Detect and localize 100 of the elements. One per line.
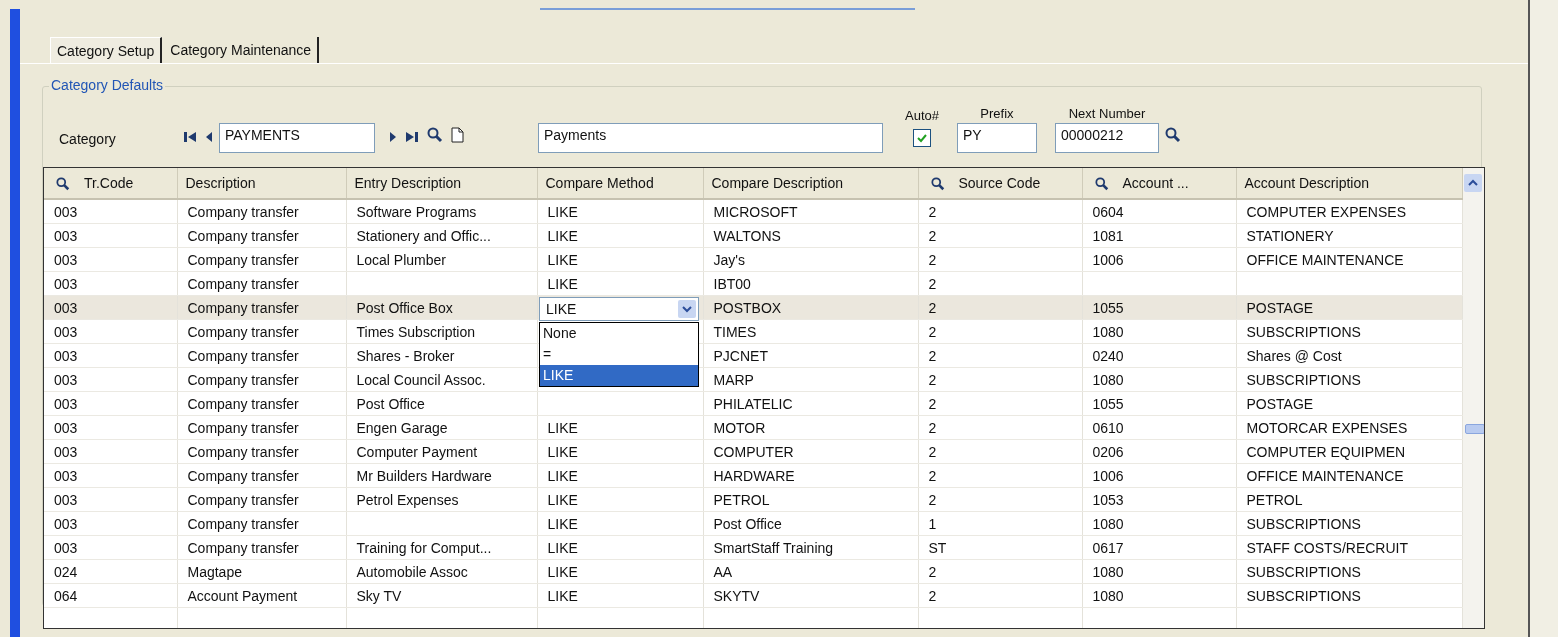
table-cell: 003	[54, 299, 78, 316]
first-record-icon[interactable]	[183, 131, 197, 143]
previous-record-icon[interactable]	[205, 131, 213, 143]
table-cell: 2	[928, 395, 937, 412]
table-row[interactable]: 003 Company transfer Post Office PHILATELIC 2 1055 POSTAGE	[44, 391, 1462, 416]
column-header[interactable]: Account Description	[1236, 168, 1462, 199]
search-icon[interactable]	[427, 127, 443, 143]
table-cell: TIMES	[713, 323, 757, 340]
table-cell: 0617	[1092, 539, 1124, 556]
table-cell: PETROL	[713, 491, 770, 508]
table-cell: 2	[928, 443, 937, 460]
table-cell: 003	[54, 515, 78, 532]
table-row[interactable]: 003 Company transfer Software Programs LIKE MICROSOFT 2 0604 COMPUTER EXPENSES	[44, 199, 1462, 224]
table-row[interactable]: 003 Company transfer Petrol Expenses LIKE PETROL 2 1053 PETROL	[44, 487, 1462, 512]
table-row[interactable]: 003 Company transfer Computer Payment LIKE COMPUTER 2 0206 COMPUTER EQUIPMEN	[44, 439, 1462, 464]
table-cell: Company transfer	[187, 371, 299, 388]
table-cell: 1006	[1092, 251, 1124, 268]
table-cell: Company transfer	[187, 203, 299, 220]
table-cell: LIKE	[547, 203, 578, 220]
scroll-up-icon[interactable]	[1464, 174, 1483, 192]
table-cell: Company transfer	[187, 299, 299, 316]
scrollbar-thumb[interactable]	[1464, 424, 1484, 434]
table-cell: 1	[928, 515, 937, 532]
dropdown-option[interactable]: None	[540, 323, 698, 344]
column-header[interactable]: Entry Description	[346, 168, 537, 199]
table-cell: 2	[928, 491, 937, 508]
table-cell: 1080	[1092, 587, 1124, 604]
column-header[interactable]: Compare Method	[537, 168, 703, 199]
prefix-field[interactable]: PY	[957, 123, 1037, 153]
table-row[interactable]: 003 Company transfer LIKE IBT00 2	[44, 271, 1462, 296]
table-cell: 2	[928, 299, 937, 316]
table-cell: 2	[928, 227, 937, 244]
column-header[interactable]: Description	[177, 168, 346, 199]
table-row[interactable]: 003 Company transfer Mr Builders Hardware LIKE HARDWARE 2 1006 OFFICE MAINTENANCE	[44, 463, 1462, 488]
dropdown-option[interactable]: =	[540, 344, 698, 365]
search-icon[interactable]	[930, 177, 945, 192]
table-cell: WALTONS	[713, 227, 781, 244]
table-cell: MOTOR	[713, 419, 766, 436]
table-cell: IBT00	[713, 275, 751, 292]
table-cell: 1080	[1092, 371, 1124, 388]
table-cell: MARP	[713, 371, 754, 388]
table-cell: SUBSCRIPTIONS	[1246, 563, 1361, 580]
table-row[interactable]: 003 Company transfer Training for Comput... LIKE SmartStaff Training ST 0617 STAFF COSTS/RECRUIT	[44, 535, 1462, 560]
last-record-icon[interactable]	[405, 131, 419, 143]
field-label: Prefix	[980, 106, 1014, 121]
table-cell: LIKE	[547, 227, 578, 244]
table-cell: 0206	[1092, 443, 1124, 460]
dropdown-option[interactable]: LIKE	[540, 365, 698, 386]
table-cell: SUBSCRIPTIONS	[1246, 323, 1361, 340]
table-cell: MOTORCAR EXPENSES	[1246, 419, 1408, 436]
next-record-icon[interactable]	[389, 131, 397, 143]
table-cell: 2	[928, 251, 937, 268]
table-cell: 064	[54, 587, 78, 604]
tab[interactable]: Category Maintenance	[164, 37, 320, 63]
table-cell: 0240	[1092, 347, 1124, 364]
new-document-icon[interactable]	[451, 127, 464, 143]
table-cell: 003	[54, 491, 78, 508]
search-icon[interactable]	[56, 177, 70, 192]
table-cell: LIKE	[547, 467, 578, 484]
table-cell: Company transfer	[187, 419, 299, 436]
table-cell: 2	[928, 203, 937, 220]
tab[interactable]: Category Setup	[50, 37, 163, 63]
table-cell: Post Office Box	[356, 299, 453, 316]
table-row[interactable]: 003 Company transfer Engen Garage LIKE MOTOR 2 0610 MOTORCAR EXPENSES	[44, 415, 1462, 440]
table-cell: Petrol Expenses	[356, 491, 459, 508]
table-cell: Company transfer	[187, 491, 299, 508]
column-header[interactable]: Compare Description	[703, 168, 918, 199]
table-row[interactable]: 064 Account Payment Sky TV LIKE SKYTV 2 1080 SUBSCRIPTIONS	[44, 583, 1462, 608]
column-header[interactable]: Tr.Code	[44, 168, 177, 199]
table-cell: Company transfer	[187, 251, 299, 268]
category-name-field[interactable]: Payments	[538, 123, 883, 153]
search-icon[interactable]	[1094, 177, 1109, 192]
table-row[interactable]: 003 Company transfer Local Plumber LIKE Jay's 2 1006 OFFICE MAINTENANCE	[44, 247, 1462, 272]
table-cell: 1055	[1092, 395, 1124, 412]
group-title: Category Defaults	[49, 77, 166, 93]
table-cell: 003	[54, 395, 78, 412]
next-number-field[interactable]: 00000212	[1055, 123, 1159, 153]
table-cell: 1055	[1092, 299, 1124, 316]
table-cell: 003	[54, 275, 78, 292]
table-cell: Local Plumber	[356, 251, 446, 268]
auto-number-checkbox[interactable]	[913, 129, 931, 147]
column-header[interactable]: Source Code	[918, 168, 1082, 199]
table-cell: 003	[54, 467, 78, 484]
column-header[interactable]: Account ...	[1082, 168, 1236, 199]
table-cell: STAFF COSTS/RECRUIT	[1246, 539, 1409, 556]
table-row[interactable]: 003 Company transfer LIKE Post Office 1 1080 SUBSCRIPTIONS	[44, 511, 1462, 536]
table-cell: Company transfer	[187, 515, 299, 532]
table-cell: 2	[928, 371, 937, 388]
table-row[interactable]: 003 Company transfer Stationery and Offic... LIKE WALTONS 2 1081 STATIONERY	[44, 223, 1462, 248]
table-cell: Engen Garage	[356, 419, 448, 436]
category-code-field[interactable]: PAYMENTS	[219, 123, 375, 153]
search-icon[interactable]	[1165, 127, 1181, 143]
table-cell: COMPUTER	[713, 443, 794, 460]
table-cell: Company transfer	[187, 443, 299, 460]
table-row[interactable]: 024 Magtape Automobile Assoc LIKE AA 2 1080 SUBSCRIPTIONS	[44, 559, 1462, 584]
table-cell: 024	[54, 563, 78, 580]
table-cell: SUBSCRIPTIONS	[1246, 515, 1361, 532]
compare-method-dropdown[interactable]: LIKE	[539, 297, 699, 321]
table-cell: SKYTV	[713, 587, 760, 604]
table-cell: 003	[54, 323, 78, 340]
